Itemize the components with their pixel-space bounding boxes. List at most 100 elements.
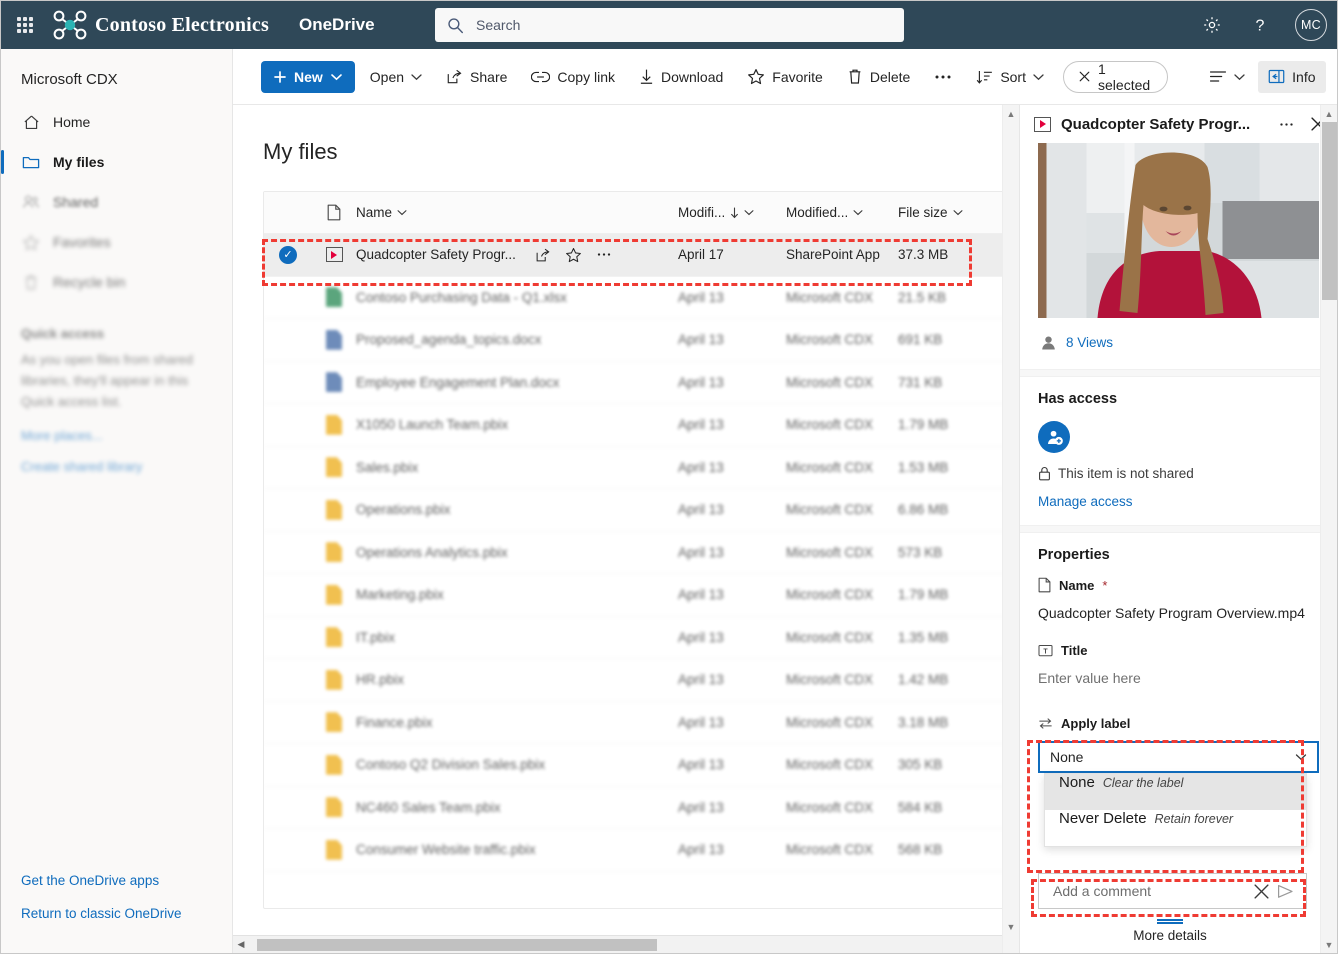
new-button[interactable]: New (261, 61, 355, 93)
details-more-button[interactable] (1275, 113, 1297, 135)
row-modified: April 13 (678, 417, 786, 432)
open-button[interactable]: Open (361, 61, 431, 93)
table-row[interactable]: NC460 Sales Team.pbixApril 13Microsoft C… (264, 787, 1010, 830)
download-button[interactable]: Download (630, 61, 732, 93)
app-name[interactable]: OneDrive (299, 15, 375, 35)
row-name-cell[interactable]: Quadcopter Safety Progr... (356, 247, 678, 263)
row-name-cell[interactable]: NC460 Sales Team.pbix (356, 800, 678, 815)
more-commands-button[interactable] (925, 61, 961, 93)
horizontal-scrollbar[interactable]: ◀ ▶ (233, 935, 1019, 953)
more-places-link[interactable]: More places... (1, 412, 232, 443)
table-row[interactable]: X1050 Launch Team.pbixApril 13Microsoft … (264, 404, 1010, 447)
apply-label-combobox[interactable]: None (1038, 741, 1319, 773)
table-row[interactable]: Consumer Website traffic.pbixApril 13Mic… (264, 829, 1010, 872)
add-comment-box[interactable] (1038, 873, 1307, 909)
views-row[interactable]: 8 Views (1020, 318, 1337, 369)
dropdown-option-never-delete[interactable]: Never Delete Retain forever (1045, 810, 1306, 846)
search-input[interactable] (474, 16, 854, 34)
details-scroll-thumb[interactable] (1322, 122, 1337, 300)
details-scroll-down-arrow[interactable]: ▼ (1321, 936, 1337, 953)
file-type-column-header[interactable] (312, 204, 356, 221)
copy-link-button[interactable]: Copy link (522, 61, 624, 93)
video-thumbnail[interactable] (1038, 143, 1319, 318)
favorite-button[interactable]: Favorite (738, 61, 832, 93)
table-row[interactable]: Contoso Q2 Division Sales.pbixApril 13Mi… (264, 744, 1010, 787)
table-row[interactable]: Employee Engagement Plan.docxApril 13Mic… (264, 362, 1010, 405)
more-details-label: More details (1133, 928, 1207, 943)
settings-button[interactable] (1199, 12, 1225, 38)
row-name-cell[interactable]: Marketing.pbix (356, 587, 678, 602)
name-column-header[interactable]: Name (356, 205, 678, 220)
sidebar-item-recycle-bin[interactable]: Recycle bin (1, 262, 232, 302)
dropdown-option-none[interactable]: None Clear the label (1045, 774, 1306, 810)
manage-access-link[interactable]: Manage access (1038, 494, 1319, 509)
property-name-value[interactable]: Quadcopter Safety Program Overview.mp4 (1038, 603, 1319, 623)
sidebar-item-favorites[interactable]: Favorites (1, 222, 232, 262)
sidebar-item-shared[interactable]: Shared (1, 182, 232, 222)
table-row[interactable]: HR.pbixApril 13Microsoft CDX1.42 MB (264, 659, 1010, 702)
details-vertical-scrollbar[interactable]: ▲ ▼ (1320, 105, 1337, 953)
table-row[interactable]: Operations.pbixApril 13Microsoft CDX6.86… (264, 489, 1010, 532)
details-scroll-up-arrow[interactable]: ▲ (1321, 105, 1337, 122)
clear-comment-button[interactable] (1250, 884, 1273, 899)
modified-column-header[interactable]: Modifi... (678, 205, 786, 220)
scroll-down-arrow[interactable]: ▼ (1003, 918, 1019, 935)
send-comment-button[interactable] (1273, 884, 1298, 899)
row-name-cell[interactable]: HR.pbix (356, 672, 678, 687)
view-options-button[interactable] (1200, 61, 1254, 93)
row-name-cell[interactable]: Employee Engagement Plan.docx (356, 375, 678, 390)
row-name-cell[interactable]: Contoso Q2 Division Sales.pbix (356, 757, 678, 772)
create-shared-library-link[interactable]: Create shared library (1, 443, 232, 474)
scroll-up-arrow[interactable]: ▲ (1003, 105, 1019, 122)
row-more-icon[interactable] (596, 252, 612, 257)
row-file-icon (312, 287, 356, 307)
help-button[interactable]: ? (1247, 12, 1273, 38)
row-name-cell[interactable]: Proposed_agenda_topics.docx (356, 332, 678, 347)
horizontal-scroll-thumb[interactable] (257, 939, 657, 951)
delete-button[interactable]: Delete (838, 61, 919, 93)
sidebar-item-my-files[interactable]: My files (1, 142, 232, 182)
return-to-classic-onedrive-link[interactable]: Return to classic OneDrive (1, 906, 232, 939)
row-favorite-icon[interactable] (565, 247, 582, 263)
scroll-left-arrow[interactable]: ◀ (233, 939, 249, 950)
table-row[interactable]: Operations Analytics.pbixApril 13Microso… (264, 532, 1010, 575)
access-avatar[interactable] (1038, 421, 1070, 453)
property-title-value[interactable]: Enter value here (1038, 668, 1319, 688)
chevron-down-icon (1234, 73, 1245, 81)
modified-by-column-header[interactable]: Modified... (786, 205, 898, 220)
sort-button[interactable]: Sort (967, 61, 1053, 93)
share-button[interactable]: Share (437, 61, 516, 93)
share-icon (446, 68, 463, 85)
avatar[interactable]: MC (1295, 9, 1327, 41)
selection-count-pill[interactable]: 1 selected (1063, 61, 1168, 93)
sidebar-item-home[interactable]: Home (1, 102, 232, 142)
row-name-cell[interactable]: IT.pbix (356, 630, 678, 645)
get-onedrive-apps-link[interactable]: Get the OneDrive apps (1, 873, 232, 906)
files-vertical-scrollbar[interactable]: ▲ ▼ (1002, 105, 1019, 953)
row-name-cell[interactable]: X1050 Launch Team.pbix (356, 417, 678, 432)
row-name-cell[interactable]: Contoso Purchasing Data - Q1.xlsx (356, 290, 678, 305)
row-name-cell[interactable]: Sales.pbix (356, 460, 678, 475)
contoso-logo[interactable]: Contoso Electronics (53, 10, 269, 40)
has-access-title: Has access (1038, 391, 1319, 407)
row-share-icon[interactable] (535, 247, 551, 263)
file-size-column-header[interactable]: File size (898, 205, 1010, 220)
row-name-cell[interactable]: Operations.pbix (356, 502, 678, 517)
comment-input[interactable] (1051, 882, 1250, 900)
row-name-cell[interactable]: Operations Analytics.pbix (356, 545, 678, 560)
row-checkbox[interactable]: ✓ (264, 246, 312, 264)
row-name-cell[interactable]: Finance.pbix (356, 715, 678, 730)
more-details-button[interactable]: More details (1020, 909, 1320, 953)
table-row[interactable]: Contoso Purchasing Data - Q1.xlsxApril 1… (264, 277, 1010, 320)
table-row[interactable]: Proposed_agenda_topics.docxApril 13Micro… (264, 319, 1010, 362)
table-row[interactable]: Sales.pbixApril 13Microsoft CDX1.53 MB (264, 447, 1010, 490)
app-launcher-button[interactable] (1, 1, 49, 49)
info-button[interactable]: Info (1258, 61, 1325, 93)
table-row[interactable]: Marketing.pbixApril 13Microsoft CDX1.79 … (264, 574, 1010, 617)
horizontal-scroll-track[interactable] (249, 938, 1003, 952)
row-name-cell[interactable]: Consumer Website traffic.pbix (356, 842, 678, 857)
table-row[interactable]: Finance.pbixApril 13Microsoft CDX3.18 MB (264, 702, 1010, 745)
table-row[interactable]: IT.pbixApril 13Microsoft CDX1.35 MB (264, 617, 1010, 660)
table-row[interactable]: ✓ Quadcopter Safety Progr... (264, 234, 1010, 277)
search-box[interactable] (435, 8, 904, 42)
